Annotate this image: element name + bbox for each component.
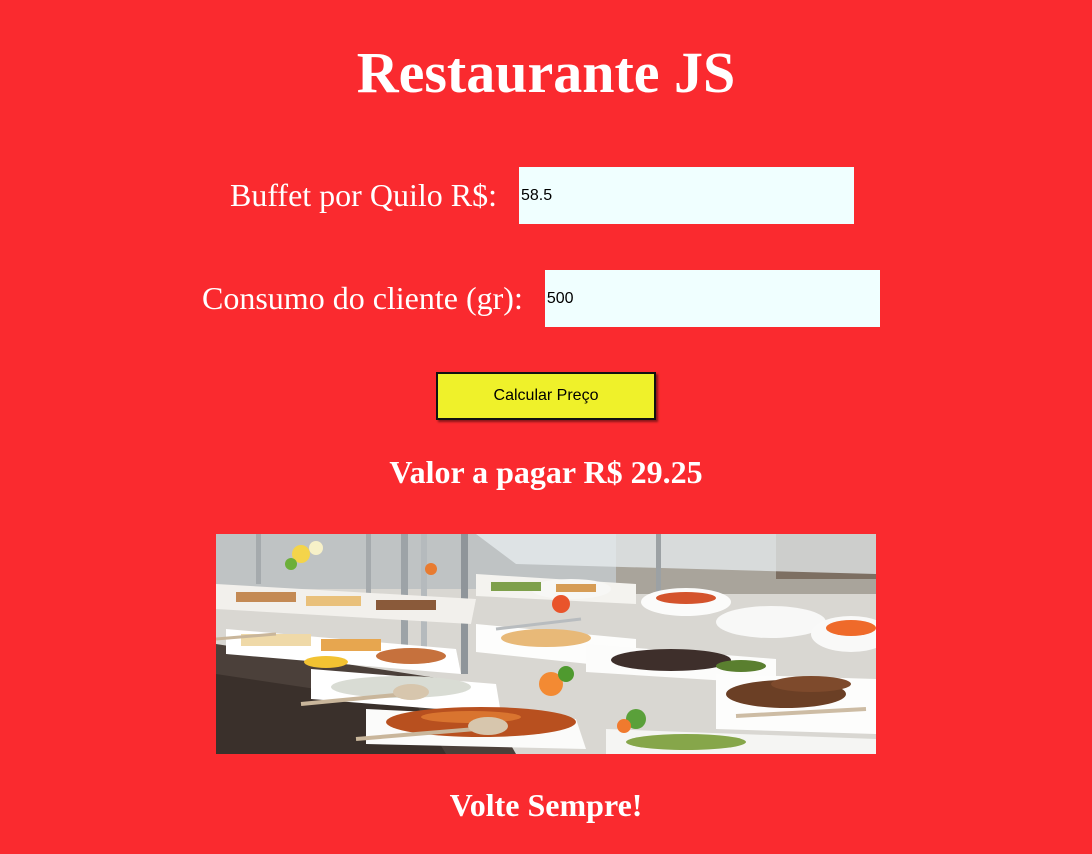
buffet-photo xyxy=(216,534,876,754)
price-row: Buffet por Quilo R$: xyxy=(230,167,854,224)
footer-text: Volte Sempre! xyxy=(449,787,643,823)
price-label: Buffet por Quilo R$: xyxy=(230,177,497,213)
weight-input[interactable] xyxy=(544,270,880,327)
weight-row: Consumo do cliente (gr): xyxy=(202,270,880,327)
weight-label: Consumo do cliente (gr): xyxy=(202,280,523,316)
price-input[interactable] xyxy=(518,167,854,224)
buffet-image xyxy=(216,534,876,754)
result-text: Valor a pagar R$ 29.25 xyxy=(389,454,703,490)
calculate-button[interactable]: Calcular Preço xyxy=(436,372,656,420)
page-title: Restaurante JS xyxy=(356,40,736,105)
